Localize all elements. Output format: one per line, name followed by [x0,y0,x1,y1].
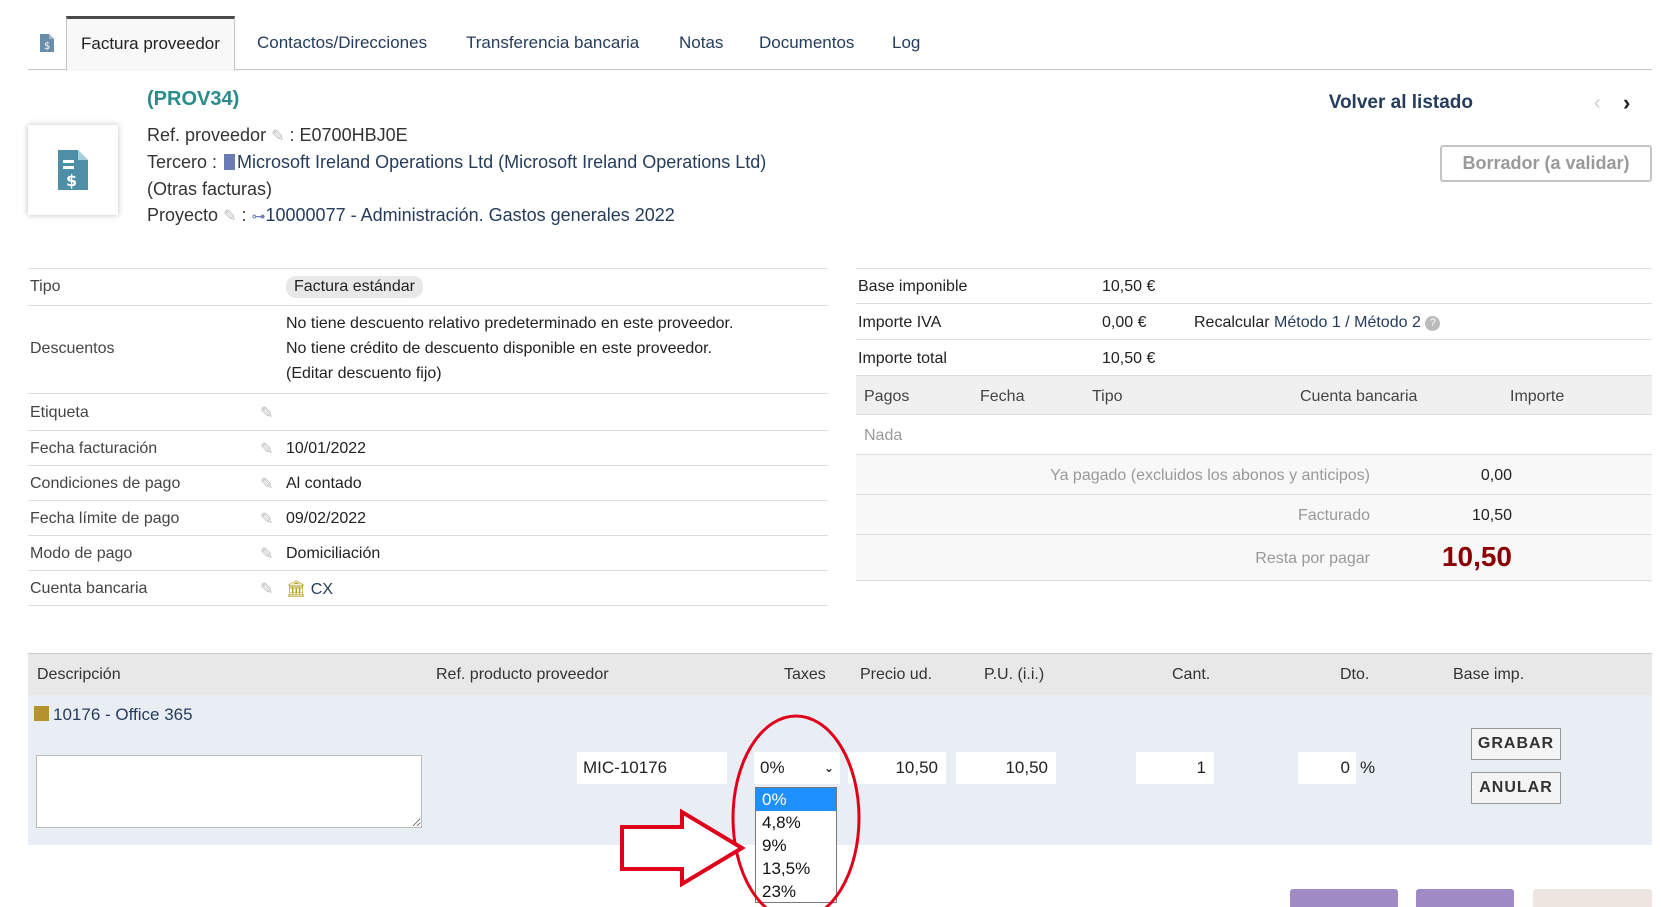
validate-button[interactable] [1290,889,1398,907]
annotation-overlay [620,714,861,907]
annotation-arrow [620,808,746,888]
annotation-circle [731,714,861,907]
clone-button[interactable] [1416,889,1514,907]
delete-button[interactable] [1533,889,1652,907]
